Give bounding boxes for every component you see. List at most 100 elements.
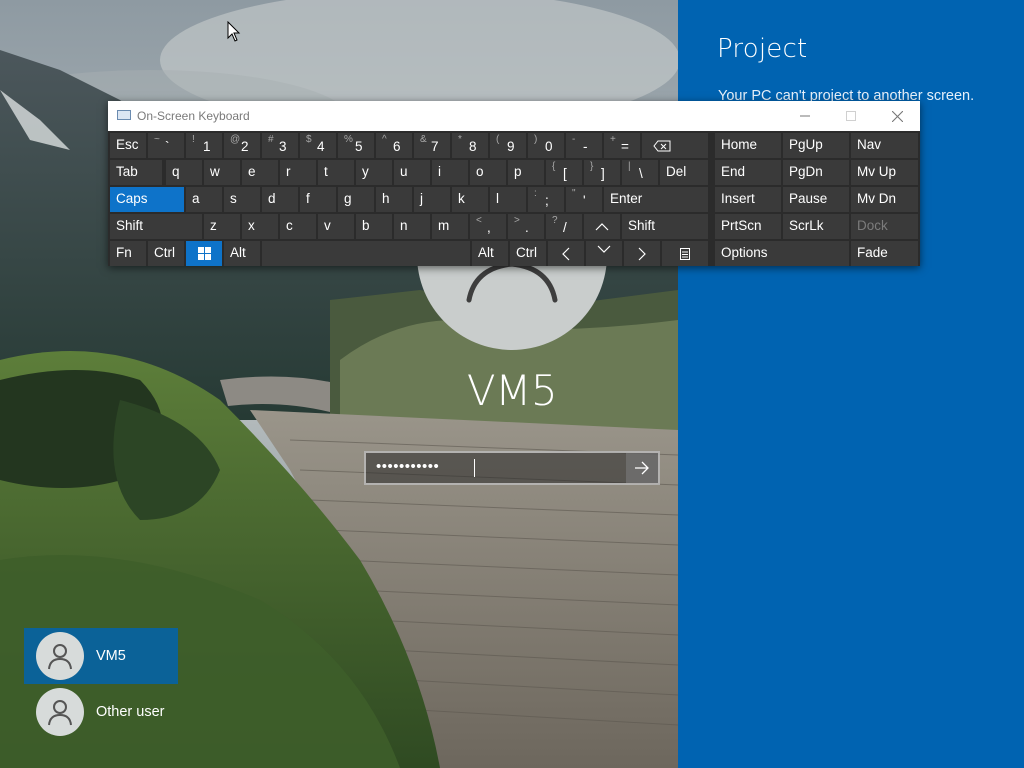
key-alt-right[interactable]: Alt [472, 241, 508, 266]
key-backspace[interactable] [642, 133, 708, 158]
key-0[interactable]: ) 0 [528, 133, 564, 158]
key-home[interactable]: Home [715, 133, 781, 158]
key-e[interactable]: e [242, 160, 278, 185]
person-icon [48, 700, 72, 726]
key-h[interactable]: h [376, 187, 412, 212]
minimize-button[interactable] [782, 101, 828, 131]
key-l[interactable]: l [490, 187, 526, 212]
key-s[interactable]: s [224, 187, 260, 212]
key-k[interactable]: k [452, 187, 488, 212]
key-pause[interactable]: Pause [783, 187, 849, 212]
keyboard-icon [117, 110, 131, 120]
key-minus[interactable]: -- [566, 133, 602, 158]
key-8[interactable]: * 8 [452, 133, 488, 158]
key-4[interactable]: $4 [300, 133, 336, 158]
key-t[interactable]: t [318, 160, 354, 185]
key-windows[interactable] [186, 241, 222, 266]
key-space[interactable] [262, 241, 470, 266]
project-title: Project [717, 34, 808, 64]
key-ctrl-right[interactable]: Ctrl [510, 241, 546, 266]
submit-arrow-button[interactable] [626, 453, 658, 483]
key-arrow-down[interactable] [586, 241, 622, 266]
password-mask: ••••••••••• [376, 458, 440, 475]
key-left-bracket[interactable]: {[ [546, 160, 582, 185]
key-move-down[interactable]: Mv Dn [851, 187, 918, 212]
key-w[interactable]: w [204, 160, 240, 185]
password-input[interactable]: ••••••••••• [364, 451, 660, 485]
key-enter[interactable]: Enter [604, 187, 708, 212]
key-i[interactable]: i [432, 160, 468, 185]
key-equals[interactable]: + = [604, 133, 640, 158]
key-period[interactable]: >. [508, 214, 544, 239]
key-1[interactable]: ! 1 [186, 133, 222, 158]
key-a[interactable]: a [186, 187, 222, 212]
key-j[interactable]: j [414, 187, 450, 212]
osk-titlebar[interactable]: On-Screen Keyboard [108, 101, 920, 131]
key-v[interactable]: v [318, 214, 354, 239]
key-tab[interactable]: Tab [110, 160, 162, 185]
key-z[interactable]: z [204, 214, 240, 239]
key-pgdn[interactable]: PgDn [783, 160, 849, 185]
minimize-icon [800, 115, 810, 117]
on-screen-keyboard-window: On-Screen Keyboard Esc ~ ` ! 1 @2 #3 $4 % 5… [108, 101, 920, 266]
key-end[interactable]: End [715, 160, 781, 185]
key-right-bracket[interactable]: }] [584, 160, 620, 185]
key-del[interactable]: Del [660, 160, 708, 185]
key-slash[interactable]: ? / [546, 214, 582, 239]
key-backslash[interactable]: | \ [622, 160, 658, 185]
backspace-icon [653, 140, 671, 151]
key-2[interactable]: @2 [224, 133, 260, 158]
key-p[interactable]: p [508, 160, 544, 185]
key-m[interactable]: m [432, 214, 468, 239]
key-ctrl-left[interactable]: Ctrl [148, 241, 184, 266]
key-x[interactable]: x [242, 214, 278, 239]
key-nav[interactable]: Nav [851, 133, 918, 158]
key-move-up[interactable]: Mv Up [851, 160, 918, 185]
key-fn[interactable]: Fn [110, 241, 146, 266]
key-shift-right[interactable]: Shift [622, 214, 708, 239]
key-options[interactable]: Options [715, 241, 849, 266]
key-caps-lock[interactable]: Caps [110, 187, 184, 212]
key-y[interactable]: y [356, 160, 392, 185]
close-button[interactable] [874, 101, 920, 131]
key-g[interactable]: g [338, 187, 374, 212]
key-5[interactable]: % 5 [338, 133, 374, 158]
key-c[interactable]: c [280, 214, 316, 239]
key-f[interactable]: f [300, 187, 336, 212]
key-esc[interactable]: Esc [110, 133, 146, 158]
key-scrlk[interactable]: ScrLk [783, 214, 849, 239]
key-insert[interactable]: Insert [715, 187, 781, 212]
key-u[interactable]: u [394, 160, 430, 185]
key-fade[interactable]: Fade [851, 241, 918, 266]
key-n[interactable]: n [394, 214, 430, 239]
user-avatar [36, 688, 84, 736]
key-r[interactable]: r [280, 160, 316, 185]
key-pgup[interactable]: PgUp [783, 133, 849, 158]
user-tile-other-user[interactable]: Other user [24, 684, 178, 740]
key-b[interactable]: b [356, 214, 392, 239]
key-shift-left[interactable]: Shift [110, 214, 202, 239]
key-tilde[interactable]: ~ ` [148, 133, 184, 158]
key-3[interactable]: #3 [262, 133, 298, 158]
key-o[interactable]: o [470, 160, 506, 185]
key-7[interactable]: & 7 [414, 133, 450, 158]
chevron-right-icon [638, 247, 646, 260]
key-9[interactable]: (9 [490, 133, 526, 158]
user-avatar [36, 632, 84, 680]
key-arrow-up[interactable] [584, 214, 620, 239]
key-alt-left[interactable]: Alt [224, 241, 260, 266]
maximize-button[interactable] [828, 101, 874, 131]
user-tile-vm5[interactable]: VM5 [24, 628, 178, 684]
key-d[interactable]: d [262, 187, 298, 212]
key-prtscn[interactable]: PrtScn [715, 214, 781, 239]
key-arrow-left[interactable] [548, 241, 584, 266]
person-icon [48, 644, 72, 670]
key-arrow-right[interactable] [624, 241, 660, 266]
key-comma[interactable]: <, [470, 214, 506, 239]
key-q[interactable]: q [166, 160, 202, 185]
maximize-icon [846, 111, 856, 121]
key-quote[interactable]: " ' [566, 187, 602, 212]
key-menu[interactable] [662, 241, 708, 266]
key-6[interactable]: ^ 6 [376, 133, 412, 158]
key-semicolon[interactable]: :; [528, 187, 564, 212]
